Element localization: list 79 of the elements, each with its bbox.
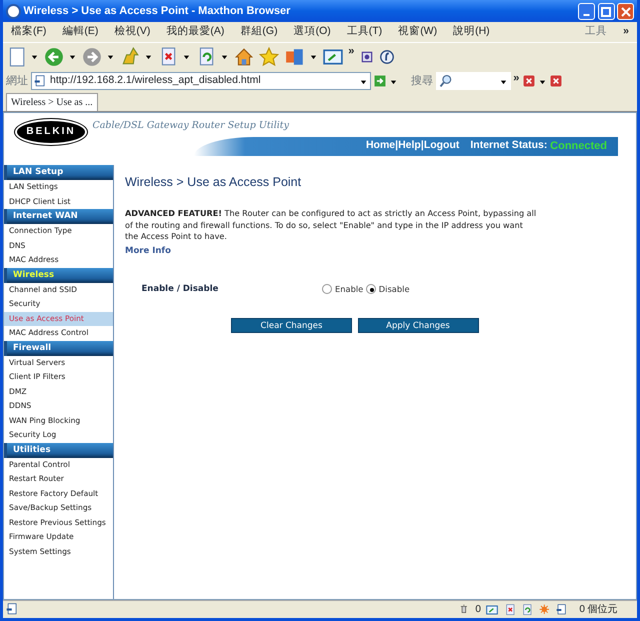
close-icon bbox=[620, 6, 631, 17]
page-title: Wireless > Use as Access Point bbox=[125, 174, 302, 191]
search-icon bbox=[439, 74, 454, 88]
status-value: Connected bbox=[550, 138, 607, 154]
close-button[interactable] bbox=[617, 2, 634, 20]
menu-item[interactable]: 群組(G) bbox=[232, 24, 286, 40]
more-button[interactable]: » bbox=[615, 24, 637, 40]
header-link[interactable]: Logout bbox=[424, 138, 460, 154]
close-icon[interactable] bbox=[548, 74, 563, 88]
minimize-button[interactable] bbox=[578, 2, 595, 20]
address-label: 網址 bbox=[6, 74, 28, 89]
caret-icon[interactable] bbox=[360, 78, 367, 84]
menu-item[interactable]: 檔案(F) bbox=[3, 24, 54, 40]
radio-button[interactable] bbox=[366, 284, 376, 294]
radio-button[interactable] bbox=[322, 284, 332, 294]
caret-icon[interactable] bbox=[310, 53, 318, 60]
more-button[interactable]: » bbox=[348, 43, 354, 60]
address-field[interactable]: http://192.168.2.1/wireless_apt_disabled.html bbox=[30, 72, 370, 90]
search-field[interactable] bbox=[436, 72, 510, 90]
caret-icon[interactable] bbox=[221, 53, 228, 60]
window-title: Wireless > Use as Access Point - Maxthon Browser bbox=[24, 4, 292, 19]
action-button[interactable]: Clear Changes bbox=[231, 318, 352, 334]
menu-item[interactable]: 工具(T) bbox=[338, 24, 390, 40]
option-label: Enable bbox=[335, 282, 364, 296]
close-icon[interactable] bbox=[522, 74, 536, 88]
browser-tab[interactable]: Wireless > Use as ... bbox=[6, 93, 98, 111]
menu-item[interactable]: 選項(O) bbox=[286, 24, 339, 40]
menu-item[interactable]: 編輯(E) bbox=[54, 24, 106, 40]
caret-icon[interactable] bbox=[31, 53, 38, 60]
page-icon bbox=[34, 74, 48, 88]
sidebar-heading: Wireless bbox=[4, 268, 113, 282]
trash-icon[interactable] bbox=[458, 604, 470, 615]
notice-text: ADVANCED FEATURE! The Router can be configured to act as strictly an Access Point, bypassing all of the routing and firewall functions. To do so, select "Enable" and type in the IP address you want the Access Point to have. bbox=[125, 208, 537, 242]
caret-icon[interactable] bbox=[500, 78, 507, 84]
caret-icon[interactable] bbox=[538, 78, 546, 84]
option-label: Disable bbox=[378, 282, 410, 296]
logo: BELKIN bbox=[15, 118, 87, 144]
plugin-icon[interactable] bbox=[360, 50, 374, 64]
caret-icon[interactable] bbox=[107, 53, 114, 60]
screen-icon[interactable] bbox=[486, 604, 498, 616]
sidebar-heading: Firewall bbox=[4, 340, 113, 356]
header-link[interactable]: Home bbox=[366, 138, 396, 154]
app-icon bbox=[6, 4, 21, 18]
maximize-button[interactable] bbox=[598, 2, 614, 20]
minimize-icon bbox=[582, 14, 590, 16]
caret-icon[interactable] bbox=[145, 53, 152, 60]
star-icon[interactable] bbox=[259, 46, 280, 66]
sidebar-heading: LAN Setup bbox=[4, 165, 113, 180]
status-text: 0 個位元 bbox=[579, 603, 618, 617]
page-icon bbox=[6, 603, 19, 616]
tagline: Cable/DSL Gateway Router Setup Utility bbox=[92, 118, 289, 132]
screen-icon[interactable] bbox=[322, 46, 343, 66]
status-label: Internet Status: bbox=[470, 138, 548, 154]
forward-icon[interactable] bbox=[82, 46, 102, 66]
trash-count: 0 bbox=[475, 603, 481, 617]
header-link[interactable]: Help bbox=[398, 138, 421, 154]
maximize-icon bbox=[601, 6, 611, 17]
caret-icon[interactable] bbox=[183, 53, 190, 60]
separator: | bbox=[395, 138, 398, 154]
toolbar-label: 工具 bbox=[584, 24, 608, 40]
up-arrow-icon[interactable] bbox=[120, 46, 140, 66]
flash-icon[interactable] bbox=[379, 48, 396, 64]
separator: | bbox=[420, 138, 424, 154]
back-icon[interactable] bbox=[44, 46, 64, 66]
page-icon[interactable] bbox=[556, 604, 568, 616]
sidebar-heading: Internet WAN bbox=[4, 209, 113, 224]
menu-item[interactable]: 視窗(W) bbox=[390, 24, 446, 40]
more-info-link[interactable]: More Info bbox=[125, 246, 171, 256]
menu-item[interactable]: 我的最愛(A) bbox=[158, 24, 232, 40]
home-icon[interactable] bbox=[234, 46, 254, 66]
caret-icon[interactable] bbox=[390, 78, 397, 84]
action-button[interactable]: Apply Changes bbox=[358, 318, 478, 334]
menu-item[interactable]: 說明(H) bbox=[445, 24, 498, 40]
search-label: 搜尋 bbox=[410, 74, 433, 89]
menu-item[interactable]: 檢視(V) bbox=[106, 24, 158, 40]
more-button[interactable]: » bbox=[513, 70, 520, 86]
setting-label: Enable / Disable bbox=[142, 282, 220, 296]
sidebar-heading: Utilities bbox=[4, 442, 113, 458]
caret-icon[interactable] bbox=[69, 53, 76, 60]
